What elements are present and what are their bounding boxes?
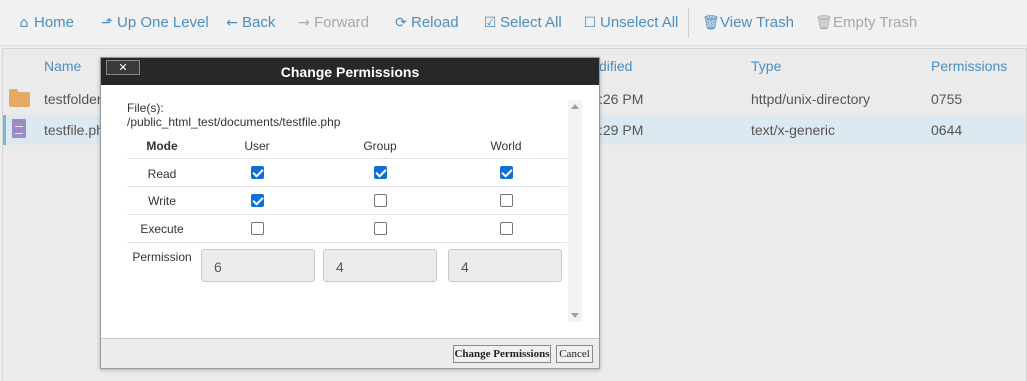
empty-trash-button[interactable]: 🗑Empty Trash [815, 12, 917, 34]
permission-row-read: Read [127, 159, 567, 187]
user-header: User [244, 139, 270, 153]
mode-header: Mode [146, 139, 178, 153]
trash-icon: 🗑 [815, 15, 833, 31]
world-permission-value: 4 [448, 249, 562, 282]
select-all-label: Select All [500, 14, 562, 31]
read-world-checkbox[interactable] [500, 166, 513, 179]
back-label: Back [242, 14, 276, 31]
close-button[interactable]: ✕ [106, 60, 140, 75]
permissions-header-row: Mode User Group World [127, 133, 567, 159]
file-permissions: 0644 [931, 122, 963, 138]
file-permissions: 0755 [931, 91, 963, 107]
dialog-title-bar[interactable]: Change Permissions ✕ [101, 58, 599, 85]
dialog-body: File(s): /public_html_test/documents/tes… [101, 85, 599, 338]
back-button[interactable]: ← Back [224, 12, 275, 34]
file-type: text/x-generic [751, 122, 836, 138]
read-group-checkbox[interactable] [374, 166, 387, 179]
write-world-checkbox[interactable] [500, 194, 513, 207]
cancel-button[interactable]: Cancel [556, 345, 593, 363]
up-one-level-button[interactable]: ⬏ Up One Level [99, 12, 209, 34]
write-group-checkbox[interactable] [374, 194, 387, 207]
read-user-checkbox[interactable] [251, 166, 264, 179]
trash-icon: 🗑 [702, 15, 720, 31]
column-header-type[interactable]: Type [751, 58, 781, 74]
mode-label-write: Write [148, 194, 176, 208]
mode-label-read: Read [147, 167, 177, 181]
dialog-title: Change Permissions [280, 64, 420, 80]
file-icon [12, 119, 26, 138]
permission-row-write: Write [127, 187, 567, 215]
scroll-up-arrow-icon[interactable] [571, 104, 579, 109]
view-trash-label: View Trash [720, 14, 794, 31]
file-modified: :26 PM [599, 91, 644, 107]
home-icon: ⌂ [19, 15, 29, 31]
mode-label-execute: Execute [140, 222, 184, 236]
user-permission-value: 6 [201, 249, 315, 282]
close-icon: ✕ [118, 61, 128, 74]
checked-square-icon: ☑ [483, 15, 497, 31]
world-header: World [490, 139, 522, 153]
arrow-left-icon: ← [226, 15, 238, 31]
file-type: httpd/unix-directory [751, 91, 871, 107]
permission-row-execute: Execute [127, 215, 567, 243]
reload-button[interactable]: ⟳ Reload [393, 12, 459, 34]
column-header-modified[interactable]: dified [599, 58, 632, 74]
view-trash-button[interactable]: 🗑View Trash [702, 12, 794, 34]
empty-trash-label: Empty Trash [833, 14, 918, 31]
arrow-right-icon: → [298, 15, 310, 31]
change-permissions-button[interactable]: Change Permissions [453, 345, 551, 363]
execute-world-checkbox[interactable] [500, 222, 513, 235]
home-button[interactable]: ⌂ Home [16, 12, 74, 34]
column-header-name[interactable]: Name [44, 58, 81, 74]
up-one-level-label: Up One Level [117, 14, 209, 31]
write-user-checkbox[interactable] [251, 194, 264, 207]
folder-icon [9, 89, 30, 107]
column-header-permissions[interactable]: Permissions [931, 58, 1007, 74]
reload-icon: ⟳ [395, 15, 407, 31]
files-label: File(s): [127, 101, 164, 115]
dialog-footer: Change Permissions Cancel [101, 338, 599, 368]
execute-user-checkbox[interactable] [251, 222, 264, 235]
level-up-icon: ⬏ [101, 15, 113, 31]
dialog-scrollbar[interactable] [568, 100, 582, 322]
reload-label: Reload [411, 14, 459, 31]
forward-button[interactable]: → Forward [296, 12, 369, 34]
empty-square-icon: ☐ [583, 15, 597, 31]
forward-label: Forward [314, 14, 370, 31]
file-modified: :29 PM [599, 122, 644, 138]
file-name: testfolder [44, 91, 102, 107]
scroll-down-arrow-icon[interactable] [571, 313, 579, 318]
change-permissions-dialog: Change Permissions ✕ File(s): /public_ht… [100, 57, 600, 369]
group-permission-value: 4 [323, 249, 437, 282]
toolbar: ⌂ Home ⬏ Up One Level ← Back → Forward ⟳ Relo… [0, 0, 1027, 46]
toolbar-divider [688, 8, 689, 38]
permission-label: Permission [132, 250, 192, 264]
group-header: Group [363, 139, 397, 153]
select-all-button[interactable]: ☑ Select All [482, 12, 562, 34]
unselect-all-button[interactable]: ☐ Unselect All [582, 12, 679, 34]
home-label: Home [34, 14, 75, 31]
unselect-all-label: Unselect All [600, 14, 679, 31]
execute-group-checkbox[interactable] [374, 222, 387, 235]
file-path: /public_html_test/documents/testfile.php [127, 115, 341, 129]
